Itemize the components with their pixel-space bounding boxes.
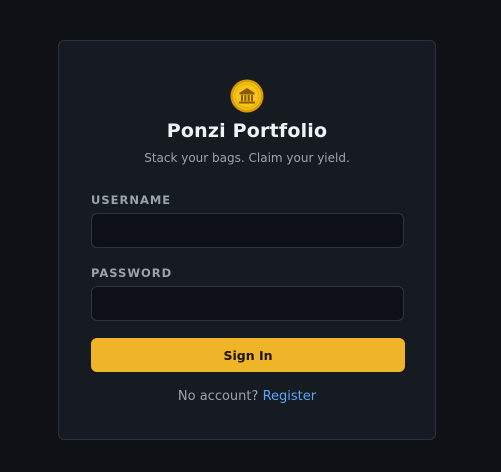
app-title: Ponzi Portfolio	[166, 120, 328, 142]
login-card: Ponzi Portfolio Stack your bags. Claim y…	[58, 40, 436, 440]
coin-bank-icon	[230, 79, 264, 113]
register-link[interactable]: Register	[263, 389, 317, 404]
sign-in-button[interactable]: Sign In	[91, 338, 405, 372]
password-input[interactable]	[91, 286, 404, 321]
register-prompt: No account? Register	[59, 389, 435, 404]
username-input[interactable]	[91, 213, 404, 248]
register-prompt-text: No account?	[177, 389, 259, 404]
username-label: USERNAME	[91, 193, 172, 207]
password-label: PASSWORD	[91, 266, 173, 280]
app-tagline: Stack your bags. Claim your yield.	[144, 151, 350, 165]
